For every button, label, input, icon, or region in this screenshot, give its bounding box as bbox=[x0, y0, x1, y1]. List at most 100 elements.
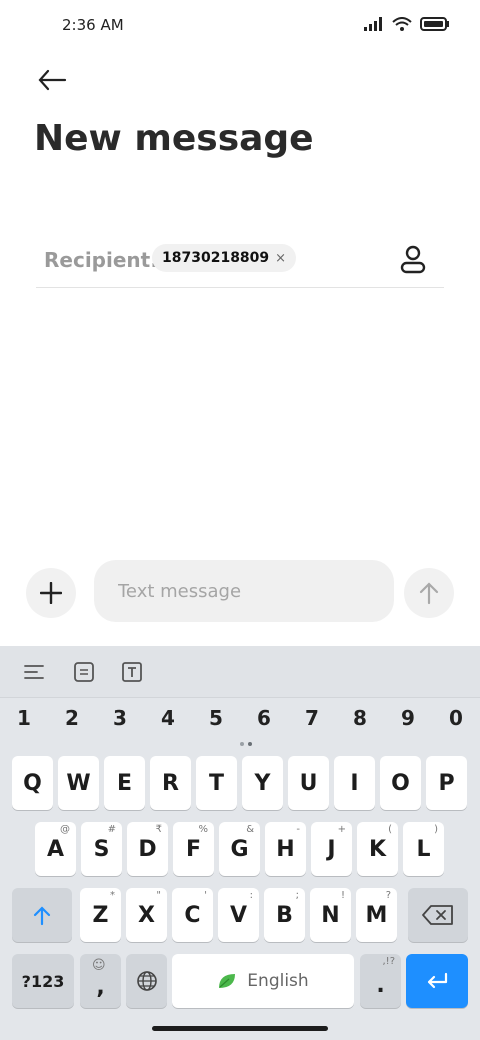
key-alt: " bbox=[156, 890, 161, 901]
key[interactable]: ) L bbox=[403, 822, 444, 876]
key[interactable]: P bbox=[426, 756, 467, 810]
key[interactable]: I bbox=[334, 756, 375, 810]
key[interactable]: O bbox=[380, 756, 421, 810]
key-alt: ? bbox=[385, 890, 391, 901]
key[interactable]: % F bbox=[173, 822, 214, 876]
key[interactable]: * Z bbox=[80, 888, 121, 942]
key-label: D bbox=[138, 836, 157, 862]
key-label: A bbox=[46, 836, 65, 862]
key-label: G bbox=[230, 836, 249, 862]
key-label: Z bbox=[92, 902, 109, 928]
key-alt: + bbox=[337, 824, 346, 835]
key[interactable]: E bbox=[104, 756, 145, 810]
key-alt: ₹ bbox=[155, 824, 162, 835]
text-format-icon[interactable] bbox=[118, 658, 146, 686]
menu-lines-icon[interactable] bbox=[20, 658, 48, 686]
key-label: H bbox=[276, 836, 295, 862]
smiley-icon: ☺ bbox=[92, 958, 106, 973]
num-key[interactable]: 9 bbox=[388, 706, 428, 730]
period-key[interactable]: ,!? . bbox=[360, 954, 401, 1008]
key[interactable]: Q bbox=[12, 756, 53, 810]
num-key[interactable]: 5 bbox=[196, 706, 236, 730]
key-alt: ( bbox=[388, 824, 392, 835]
symbols-key[interactable]: ?123 bbox=[12, 954, 74, 1008]
battery-icon bbox=[420, 16, 450, 35]
key-alt: : bbox=[249, 890, 253, 901]
key[interactable]: @ A bbox=[35, 822, 76, 876]
globe-key[interactable] bbox=[126, 954, 167, 1008]
num-key[interactable]: 8 bbox=[340, 706, 380, 730]
key[interactable]: ₹ D bbox=[127, 822, 168, 876]
key-label: L bbox=[416, 836, 431, 862]
message-input[interactable] bbox=[94, 560, 394, 622]
contact-picker-button[interactable] bbox=[396, 242, 430, 276]
key-label: M bbox=[365, 902, 388, 928]
recipient-field[interactable]: Recipient: 18730218809 × bbox=[36, 236, 444, 288]
key[interactable]: :V bbox=[218, 888, 259, 942]
enter-key[interactable] bbox=[406, 954, 468, 1008]
num-key[interactable]: 6 bbox=[244, 706, 284, 730]
recipient-chip-text: 18730218809 bbox=[162, 250, 270, 266]
key[interactable]: Y bbox=[242, 756, 283, 810]
recipient-chip[interactable]: 18730218809 × bbox=[152, 244, 297, 272]
key[interactable]: U bbox=[288, 756, 329, 810]
enter-icon bbox=[427, 972, 448, 989]
compose-bar bbox=[0, 560, 480, 626]
key-alt: ) bbox=[434, 824, 438, 835]
chip-close-icon[interactable]: × bbox=[275, 251, 286, 266]
num-key[interactable]: 1 bbox=[4, 706, 44, 730]
key[interactable]: W bbox=[58, 756, 99, 810]
num-key[interactable]: 4 bbox=[148, 706, 188, 730]
emoji-comma-key[interactable]: ☺ , bbox=[80, 954, 121, 1008]
backspace-key[interactable] bbox=[408, 888, 468, 942]
key[interactable]: ! N bbox=[310, 888, 351, 942]
key[interactable]: R bbox=[150, 756, 191, 810]
key[interactable]: -H bbox=[265, 822, 306, 876]
space-label: English bbox=[247, 971, 309, 991]
number-row: 1 2 3 4 5 6 7 8 9 0 bbox=[0, 702, 480, 738]
person-icon bbox=[400, 245, 426, 274]
space-key[interactable]: English bbox=[172, 954, 354, 1008]
key[interactable]: & G bbox=[219, 822, 260, 876]
num-key[interactable]: 0 bbox=[436, 706, 476, 730]
key-alt: ! bbox=[340, 890, 345, 901]
key-label: B bbox=[276, 902, 293, 928]
send-button[interactable] bbox=[404, 568, 454, 618]
key[interactable]: " X bbox=[126, 888, 167, 942]
num-key[interactable]: 2 bbox=[52, 706, 92, 730]
key[interactable]: ' C bbox=[172, 888, 213, 942]
key-label: V bbox=[229, 902, 248, 928]
key[interactable]: (K bbox=[357, 822, 398, 876]
key-alt: % bbox=[198, 824, 208, 835]
status-time: 2:36 AM bbox=[62, 16, 124, 34]
key[interactable]: + J bbox=[311, 822, 352, 876]
key-label: N bbox=[321, 902, 340, 928]
key[interactable]: ; B bbox=[264, 888, 305, 942]
keyboard: 1 2 3 4 5 6 7 8 9 0 Q W E R T Y U I O P … bbox=[0, 646, 480, 1040]
arrow-left-icon bbox=[38, 69, 67, 91]
key[interactable]: # S bbox=[81, 822, 122, 876]
key-label: J bbox=[327, 836, 336, 862]
page-title: New message bbox=[34, 118, 314, 159]
key[interactable]: ? M bbox=[356, 888, 397, 942]
globe-icon bbox=[136, 971, 157, 991]
status-bar: 2:36 AM bbox=[0, 0, 480, 50]
key[interactable]: T bbox=[196, 756, 237, 810]
num-key[interactable]: 3 bbox=[100, 706, 140, 730]
keyboard-toolbar bbox=[0, 646, 480, 698]
clipboard-icon[interactable] bbox=[70, 658, 98, 686]
key-alt: @ bbox=[60, 824, 70, 835]
key-alt: & bbox=[246, 824, 254, 835]
key-label: X bbox=[138, 902, 155, 928]
page-dots bbox=[236, 742, 256, 748]
key-label: K bbox=[368, 836, 387, 862]
recipient-label: Recipient: bbox=[44, 248, 159, 272]
key-alt: - bbox=[296, 824, 300, 835]
add-attachment-button[interactable] bbox=[26, 568, 76, 618]
back-button[interactable] bbox=[34, 62, 70, 98]
key-alt: * bbox=[110, 890, 115, 901]
key-alt: ' bbox=[204, 890, 207, 901]
status-icons bbox=[364, 16, 450, 35]
shift-key[interactable] bbox=[12, 888, 72, 942]
num-key[interactable]: 7 bbox=[292, 706, 332, 730]
